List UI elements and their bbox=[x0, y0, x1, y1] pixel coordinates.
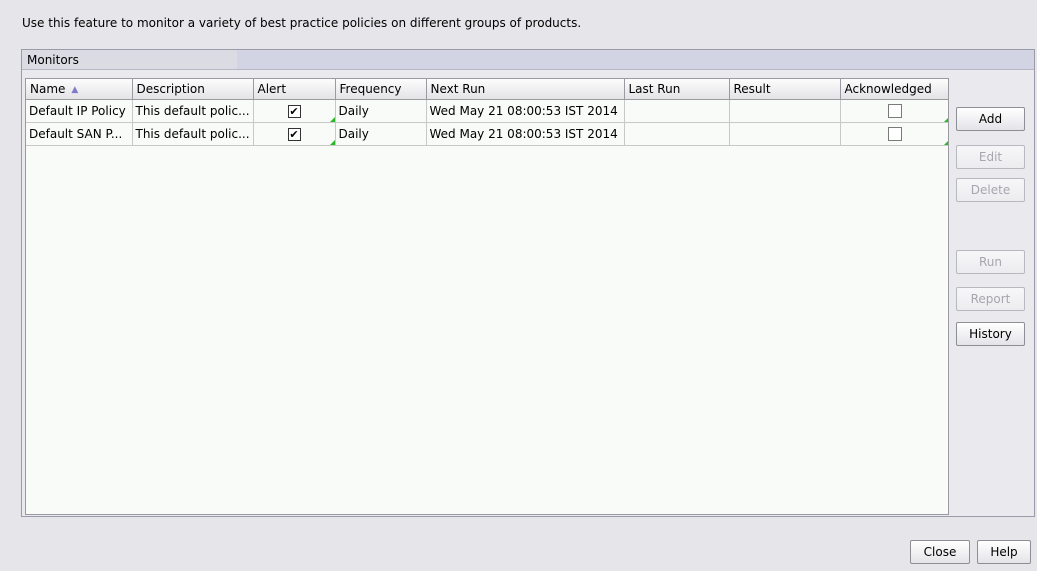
cell-acknowledged bbox=[840, 122, 948, 146]
editable-corner-marker bbox=[943, 117, 948, 122]
cell-acknowledged bbox=[840, 99, 948, 123]
run-button[interactable]: Run bbox=[956, 250, 1025, 274]
help-button[interactable]: Help bbox=[977, 540, 1031, 564]
editable-corner-marker bbox=[329, 117, 334, 122]
delete-button[interactable]: Delete bbox=[956, 178, 1025, 202]
cell-description: This default polic... bbox=[132, 122, 254, 146]
cell-alert: ✔ bbox=[253, 122, 336, 146]
cell-next-run: Wed May 21 08:00:53 IST 2014 bbox=[426, 99, 625, 123]
cell-description: This default polic... bbox=[132, 99, 254, 123]
sort-ascending-icon: ▲ bbox=[71, 85, 79, 95]
history-button[interactable]: History bbox=[956, 322, 1025, 346]
editable-corner-marker bbox=[329, 140, 334, 145]
cell-alert: ✔ bbox=[253, 99, 336, 123]
intro-text: Use this feature to monitor a variety of… bbox=[22, 16, 582, 30]
table-header-row: Name ▲ Description Alert Frequency Next R… bbox=[26, 79, 948, 100]
column-header-last-run[interactable]: Last Run bbox=[624, 79, 730, 100]
monitors-panel: Monitors Name ▲ Description Alert Frequen… bbox=[21, 49, 1035, 517]
monitors-table[interactable]: Name ▲ Description Alert Frequency Next R… bbox=[25, 78, 949, 515]
alert-checkbox[interactable]: ✔ bbox=[287, 105, 301, 118]
add-button[interactable]: Add bbox=[956, 107, 1025, 131]
cell-next-run: Wed May 21 08:00:53 IST 2014 bbox=[426, 122, 625, 146]
acknowledged-checkbox[interactable] bbox=[887, 104, 902, 119]
cell-name: Default SAN P... bbox=[26, 122, 133, 146]
cell-last-run bbox=[624, 122, 730, 146]
cell-frequency: Daily bbox=[335, 122, 427, 146]
cell-result bbox=[729, 122, 841, 146]
column-header-next-run[interactable]: Next Run bbox=[426, 79, 625, 100]
column-header-name[interactable]: Name ▲ bbox=[26, 79, 133, 100]
cell-last-run bbox=[624, 99, 730, 123]
cell-frequency: Daily bbox=[335, 99, 427, 123]
close-button[interactable]: Close bbox=[910, 540, 970, 564]
table-row[interactable]: Default IP Policy This default polic... … bbox=[26, 99, 948, 123]
acknowledged-checkbox[interactable] bbox=[887, 127, 902, 142]
column-header-frequency[interactable]: Frequency bbox=[335, 79, 427, 100]
edit-button[interactable]: Edit bbox=[956, 145, 1025, 169]
alert-checkbox[interactable]: ✔ bbox=[287, 128, 301, 141]
table-row[interactable]: Default SAN P... This default polic... ✔… bbox=[26, 122, 948, 146]
editable-corner-marker bbox=[943, 140, 948, 145]
report-button[interactable]: Report bbox=[956, 287, 1025, 311]
cell-name: Default IP Policy bbox=[26, 99, 133, 123]
panel-title: Monitors bbox=[22, 50, 1034, 70]
column-header-acknowledged[interactable]: Acknowledged bbox=[840, 79, 948, 100]
cell-result bbox=[729, 99, 841, 123]
column-header-result[interactable]: Result bbox=[729, 79, 841, 100]
column-header-description[interactable]: Description bbox=[132, 79, 254, 100]
column-header-alert[interactable]: Alert bbox=[253, 79, 336, 100]
